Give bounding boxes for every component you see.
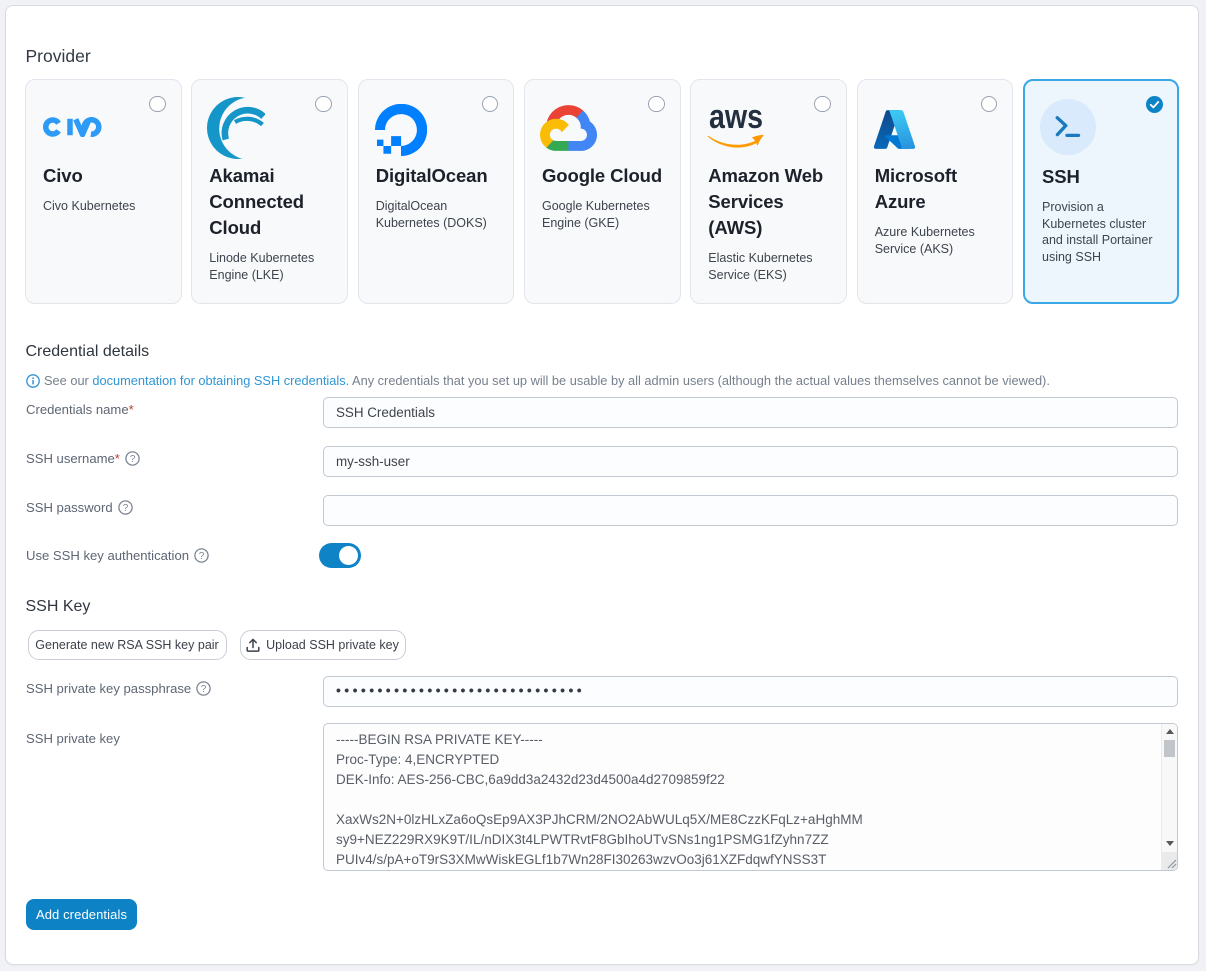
svg-text:?: ?	[199, 551, 205, 562]
svg-text:?: ?	[122, 503, 128, 514]
svg-text:?: ?	[130, 454, 136, 465]
svg-text:?: ?	[201, 684, 207, 695]
